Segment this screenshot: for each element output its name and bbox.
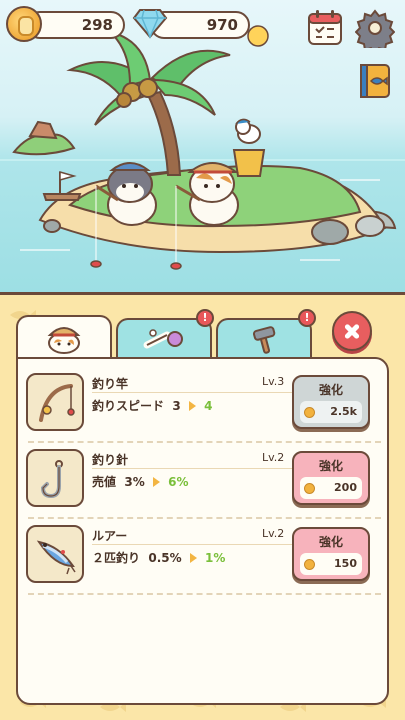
stat-current: 3%	[124, 475, 145, 489]
upgrade-button-rod[interactable]: 強化 2.5k	[292, 375, 370, 429]
close-button[interactable]	[332, 311, 372, 351]
gem-count: 970	[206, 16, 238, 34]
stat-next: 1%	[205, 551, 226, 565]
cat-hat-icon	[47, 327, 81, 354]
stat-next: 4	[204, 399, 213, 413]
upgrade-button-hook[interactable]: 強化 200	[292, 451, 370, 505]
stat-next: 6%	[168, 475, 189, 489]
upgrade-label: 強化	[318, 535, 343, 549]
cost-box: 2.5k	[300, 401, 362, 423]
item-level: Lv.2	[262, 451, 285, 464]
arrow-right-icon	[188, 401, 196, 411]
cost-value: 150	[334, 557, 357, 570]
item-name: ルアー	[92, 529, 128, 543]
coin-icon	[6, 6, 42, 42]
coin-icon	[304, 407, 315, 418]
item-stat: ２匹釣り 0.5% 1%	[92, 549, 225, 566]
cost-value: 2.5k	[330, 405, 357, 418]
upgrade-row-hook: 釣り針 Lv.2 売値 3% 6% 強化 200	[26, 449, 381, 511]
item-name: 釣り竿	[92, 377, 129, 391]
tab-build[interactable]	[216, 318, 312, 359]
upgrade-label: 強化	[318, 459, 343, 473]
hammer-icon	[252, 325, 276, 354]
stat-label: 売値	[92, 475, 117, 489]
diamond-icon	[132, 9, 168, 39]
row-underline	[92, 544, 310, 545]
coin-icon	[304, 483, 315, 494]
upgrade-label: 強化	[318, 383, 343, 397]
row-underline	[92, 468, 310, 469]
bone-flower-icon	[143, 328, 183, 348]
arrow-right-icon	[152, 477, 160, 487]
fish-hook-icon	[26, 449, 84, 507]
stat-label: 釣りスピード	[92, 399, 165, 413]
item-level: Lv.2	[262, 527, 285, 540]
row-divider	[28, 593, 381, 595]
arrow-right-icon	[189, 553, 197, 563]
upgrade-panel: ! ! 釣り竿 Lv.3 釣りスピード 3 4 強化 2.5k 釣り針 Lv.2…	[0, 292, 405, 720]
cost-value: 200	[334, 481, 357, 494]
fish-book-icon[interactable]	[355, 61, 395, 101]
row-divider	[28, 517, 381, 519]
coin-icon	[304, 559, 315, 570]
coin-count: 298	[81, 16, 113, 34]
tab-cat-gear[interactable]	[16, 315, 112, 359]
cost-box: 200	[300, 477, 362, 499]
cost-box: 150	[300, 553, 362, 575]
decor-alert-badge: !	[196, 309, 214, 327]
stat-current: 0.5%	[148, 551, 182, 565]
lure-icon	[26, 525, 84, 583]
upgrade-list: 釣り竿 Lv.3 釣りスピード 3 4 強化 2.5k 釣り針 Lv.2 売値 …	[16, 357, 389, 705]
upgrade-row-lure: ルアー Lv.2 ２匹釣り 0.5% 1% 強化 150	[26, 525, 381, 587]
gear-icon[interactable]	[355, 8, 395, 48]
calendar-icon[interactable]	[305, 8, 345, 48]
stat-label: ２匹釣り	[92, 551, 141, 565]
category-tabs	[16, 315, 316, 359]
fishing-rod-icon	[26, 373, 84, 431]
stat-current: 3	[172, 399, 181, 413]
item-stat: 売値 3% 6%	[92, 473, 189, 490]
item-name: 釣り針	[92, 453, 129, 467]
upgrade-row-rod: 釣り竿 Lv.3 釣りスピード 3 4 強化 2.5k	[26, 373, 381, 435]
item-level: Lv.3	[262, 375, 285, 388]
upgrade-button-lure[interactable]: 強化 150	[292, 527, 370, 581]
row-divider	[28, 441, 381, 443]
item-stat: 釣りスピード 3 4	[92, 397, 212, 414]
row-underline	[92, 392, 310, 393]
build-alert-badge: !	[298, 309, 316, 327]
